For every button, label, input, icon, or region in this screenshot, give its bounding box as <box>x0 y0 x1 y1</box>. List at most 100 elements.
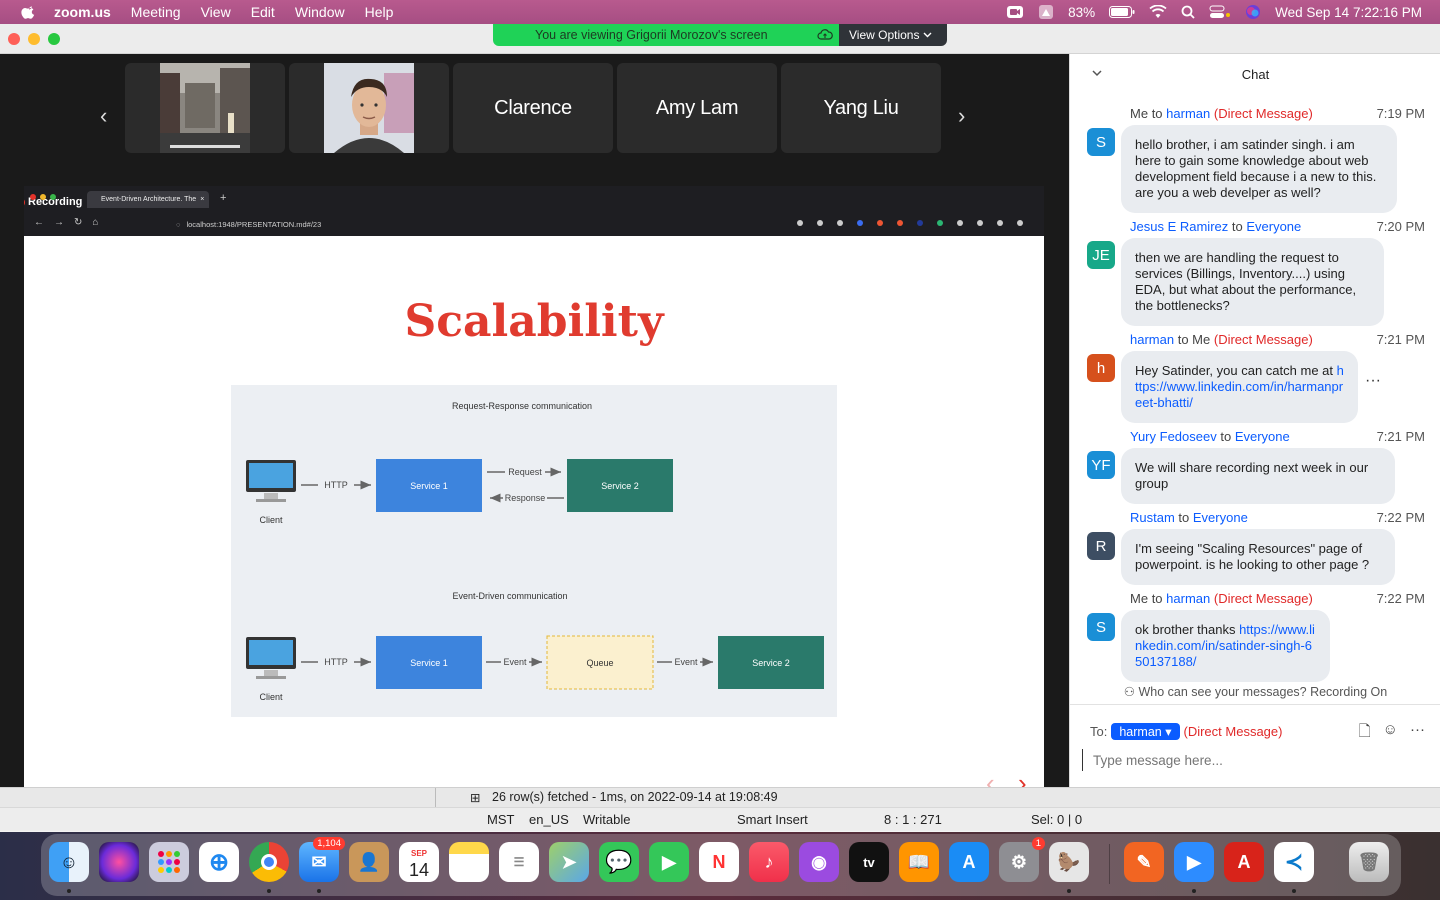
contacts-icon[interactable]: 👤 <box>349 842 389 882</box>
message-meta: Me to harman (Direct Message) <box>1130 591 1313 606</box>
who-can-see-notice[interactable]: ⚇ Who can see your messages? Recording O… <box>1070 684 1440 699</box>
http-label: HTTP <box>324 657 348 667</box>
notes-icon[interactable] <box>449 842 489 882</box>
siri-icon[interactable] <box>1245 4 1261 20</box>
shared-screen: Recording Event-Driven Architecture. The… <box>24 186 1044 787</box>
apple-logo-icon[interactable] <box>18 4 40 20</box>
message-recipient[interactable]: harman <box>1166 591 1210 606</box>
trash-icon[interactable]: 🗑 <box>1349 842 1389 882</box>
browser-close-dot[interactable] <box>30 194 36 200</box>
menu-app-name[interactable]: zoom.us <box>54 4 111 20</box>
apple-tv-icon[interactable]: tv <box>849 842 889 882</box>
avatar[interactable]: h <box>1087 354 1115 382</box>
sketch-pen-icon[interactable]: ✎ <box>1124 842 1164 882</box>
news-icon[interactable]: N <box>699 842 739 882</box>
browser-extension-icons[interactable] <box>794 217 1034 229</box>
meeting-stage: ‹ Clarence Amy Lam Yang Liu › Recording … <box>0 54 1069 787</box>
vscode-icon[interactable]: ≺ <box>1274 842 1314 882</box>
dbeaver-icon[interactable]: 🦫 <box>1049 842 1089 882</box>
screen-record-icon[interactable] <box>1038 4 1054 20</box>
calendar-icon[interactable]: SEP 14 <box>399 842 439 882</box>
system-preferences-icon[interactable]: ⚙ 1 <box>999 837 1045 882</box>
avatar[interactable]: S <box>1087 128 1115 156</box>
recipient-dropdown[interactable]: harman ▾ <box>1111 723 1180 740</box>
message-input[interactable] <box>1082 749 1422 771</box>
chat-composer: To: harman ▾ (Direct Message) 🗋 ☺ ··· <box>1070 704 1440 787</box>
participant-video-person[interactable] <box>289 63 449 153</box>
message-text: ok brother thanks <box>1135 622 1240 637</box>
zoom-window-button[interactable] <box>48 33 60 45</box>
browser-url-bar[interactable]: ◌ localhost:1948/PRESENTATION.md#/23 <box>176 217 686 231</box>
launchpad-icon[interactable] <box>149 842 189 882</box>
zoom-app-icon[interactable]: ▶ <box>1174 842 1214 882</box>
avatar[interactable]: R <box>1087 532 1115 560</box>
chevron-left-icon[interactable]: ‹ <box>100 103 107 129</box>
facetime-icon[interactable]: ▶ <box>649 842 689 882</box>
slide-prev-arrow-icon[interactable]: ‹ <box>986 768 995 787</box>
chrome-icon[interactable] <box>249 842 289 882</box>
mail-badge: 1,104 <box>313 837 345 850</box>
file-icon[interactable]: 🗋 <box>1359 721 1371 746</box>
participant-tile[interactable]: Amy Lam <box>617 63 777 153</box>
message-recipient[interactable]: Everyone <box>1235 429 1290 444</box>
cloud-upload-icon[interactable] <box>817 28 833 42</box>
menubar-clock[interactable]: Wed Sep 14 7:22:16 PM <box>1275 5 1422 20</box>
maps-icon[interactable]: ➤ <box>549 842 589 882</box>
chevron-down-icon[interactable] <box>1090 66 1104 80</box>
messages-icon[interactable]: 💬 <box>599 842 639 882</box>
menu-edit[interactable]: Edit <box>251 4 275 20</box>
app-store-icon[interactable]: A <box>949 842 989 882</box>
spotlight-search-icon[interactable] <box>1181 5 1195 19</box>
reminders-icon[interactable]: ☰ <box>499 842 539 882</box>
acrobat-icon[interactable]: A <box>1224 842 1264 882</box>
message-sender[interactable]: Rustam <box>1130 510 1175 525</box>
control-center-icon[interactable] <box>1209 5 1231 19</box>
more-options-icon[interactable]: ··· <box>1410 721 1425 746</box>
minimize-window-button[interactable] <box>28 33 40 45</box>
battery-icon[interactable] <box>1109 6 1135 18</box>
tab-close-icon[interactable]: × <box>200 196 204 203</box>
finder-icon[interactable]: ☺ <box>49 842 89 882</box>
siri-icon[interactable] <box>99 842 139 882</box>
avatar[interactable]: S <box>1087 613 1115 641</box>
message-sender[interactable]: Yury Fedoseev <box>1130 429 1217 444</box>
message-sender[interactable]: harman <box>1130 332 1174 347</box>
browser-tab[interactable]: Event-Driven Architecture. The × <box>87 191 209 208</box>
message-recipient[interactable]: Everyone <box>1193 510 1248 525</box>
event-label: Event <box>503 657 527 667</box>
menu-help[interactable]: Help <box>365 4 394 20</box>
avatar[interactable]: JE <box>1087 241 1115 269</box>
participant-video-street[interactable] <box>125 63 285 153</box>
browser-url: localhost:1948/PRESENTATION.md#/23 <box>186 219 322 229</box>
browser-nav-icons[interactable]: ←→↻⌂ <box>34 217 108 228</box>
wifi-icon[interactable] <box>1149 5 1167 19</box>
slide-next-arrow-icon[interactable]: › <box>1018 768 1027 787</box>
who-can-see-label: Who can see your messages? Recording On <box>1138 685 1388 699</box>
menu-view[interactable]: View <box>201 4 231 20</box>
chevron-right-icon[interactable]: › <box>958 103 965 129</box>
event-label: Event <box>674 657 698 667</box>
zoom-status-icon[interactable] <box>1006 5 1024 19</box>
participant-tile[interactable]: Clarence <box>453 63 613 153</box>
participant-tile[interactable]: Yang Liu <box>781 63 941 153</box>
menu-meeting[interactable]: Meeting <box>131 4 181 20</box>
view-options-button[interactable]: View Options <box>839 24 947 46</box>
music-icon[interactable]: ♪ <box>749 842 789 882</box>
emoji-icon[interactable]: ☺ <box>1383 721 1398 746</box>
composer-tools: 🗋 ☺ ··· <box>1359 721 1425 746</box>
safari-icon[interactable]: ⊕ <box>199 842 239 882</box>
message-more-icon[interactable]: ··· <box>1365 372 1381 390</box>
new-tab-icon[interactable]: + <box>220 192 226 204</box>
browser-minimize-dot[interactable] <box>40 194 46 200</box>
message-recipient[interactable]: harman <box>1166 106 1210 121</box>
podcasts-icon[interactable]: ◉ <box>799 842 839 882</box>
mail-icon[interactable]: ✉ 1,104 <box>299 837 345 882</box>
books-icon[interactable]: 📖 <box>899 842 939 882</box>
http-label: HTTP <box>324 480 348 490</box>
avatar[interactable]: YF <box>1087 451 1115 479</box>
message-sender[interactable]: Jesus E Ramirez <box>1130 219 1228 234</box>
browser-zoom-dot[interactable] <box>50 194 56 200</box>
close-window-button[interactable] <box>8 33 20 45</box>
message-recipient[interactable]: Everyone <box>1246 219 1301 234</box>
menu-window[interactable]: Window <box>295 4 345 20</box>
